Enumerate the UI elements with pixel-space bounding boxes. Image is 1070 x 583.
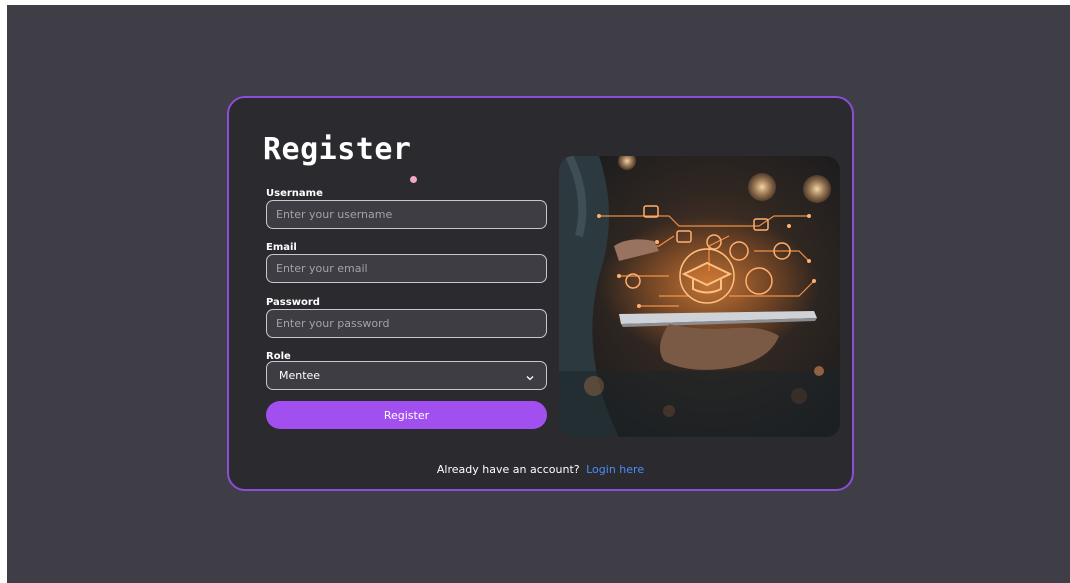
register-card: Register Username Email Password Role Me… bbox=[227, 96, 854, 491]
page-title: Register bbox=[263, 132, 412, 167]
email-label: Email bbox=[266, 242, 297, 253]
education-technology-icon bbox=[559, 156, 840, 437]
login-link[interactable]: Login here bbox=[586, 463, 644, 476]
username-label: Username bbox=[266, 188, 323, 199]
login-prompt: Already have an account? Login here bbox=[229, 463, 852, 476]
password-label: Password bbox=[266, 297, 320, 308]
page-background: Register Username Email Password Role Me… bbox=[7, 5, 1070, 583]
decorative-dot bbox=[410, 176, 417, 183]
password-input[interactable] bbox=[266, 309, 547, 338]
login-prompt-text: Already have an account? bbox=[436, 463, 580, 476]
username-input[interactable] bbox=[266, 200, 547, 229]
role-select-value: Mentee bbox=[279, 369, 321, 382]
hero-image bbox=[559, 156, 840, 437]
register-button[interactable]: Register bbox=[266, 401, 547, 429]
chevron-down-icon bbox=[526, 372, 534, 380]
role-select[interactable]: Mentee bbox=[266, 361, 547, 390]
email-input[interactable] bbox=[266, 254, 547, 283]
